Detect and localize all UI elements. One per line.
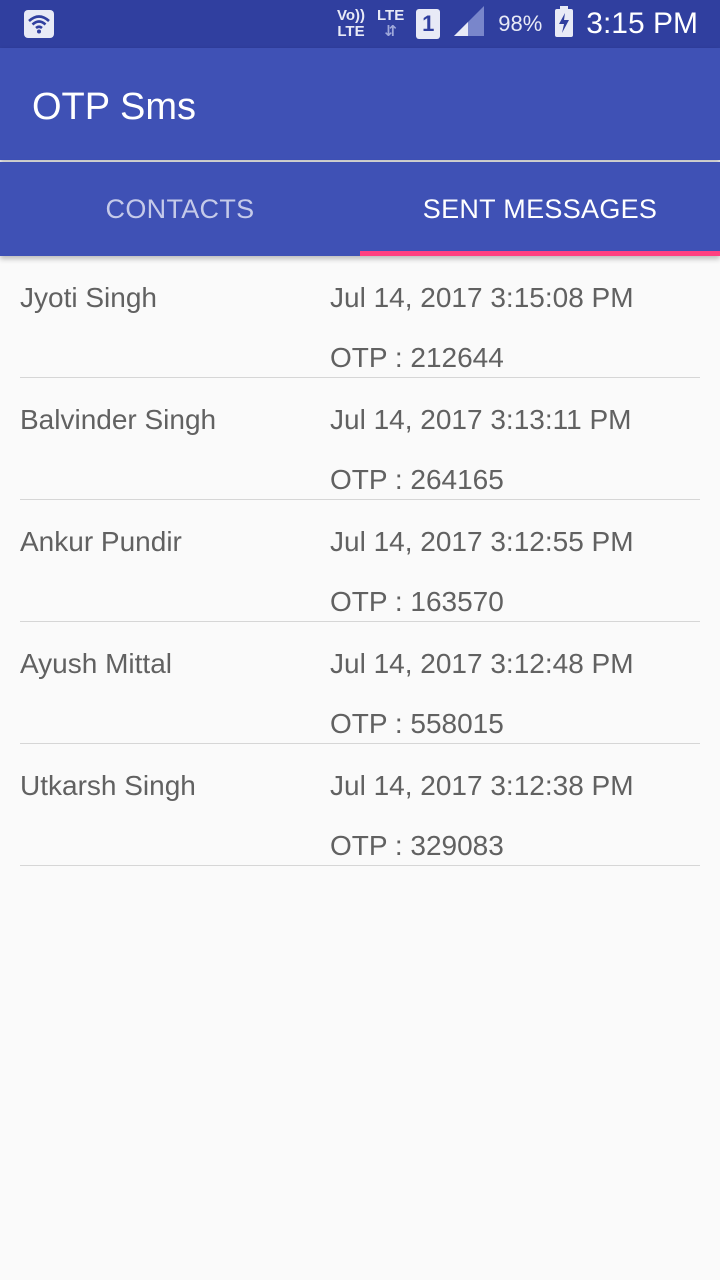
- otp-value: OTP : 329083: [330, 830, 504, 861]
- app-title: OTP Sms: [32, 86, 196, 128]
- contact-name: Ayush Mittal: [20, 648, 172, 679]
- lte-indicator: LTE ⇵: [377, 8, 404, 40]
- tab-contacts[interactable]: CONTACTS: [0, 162, 360, 256]
- tab-sent-messages[interactable]: SENT MESSAGES: [360, 162, 720, 256]
- volte-label: Vo)): [336, 7, 365, 24]
- otp-value: OTP : 212644: [330, 342, 504, 373]
- list-item[interactable]: Jyoti Singh Jul 14, 2017 3:15:08 PM OTP …: [20, 256, 700, 378]
- status-clock: 3:15 PM: [586, 7, 698, 40]
- contact-name: Ankur Pundir: [20, 526, 182, 557]
- list-item[interactable]: Ankur Pundir Jul 14, 2017 3:12:55 PM OTP…: [20, 500, 700, 622]
- status-bar: Vo)) LTE LTE ⇵ 1 98% 3:15 PM: [0, 0, 720, 48]
- app-bar: OTP Sms: [0, 48, 720, 160]
- sent-timestamp: Jul 14, 2017 3:12:38 PM: [330, 770, 634, 801]
- volte-sub-label: LTE: [337, 23, 365, 40]
- battery-percent: 98%: [498, 11, 543, 36]
- data-arrows-icon: ⇵: [384, 23, 397, 40]
- otp-value: OTP : 163570: [330, 586, 504, 617]
- contact-name: Utkarsh Singh: [20, 770, 196, 801]
- signal-icon: [452, 5, 486, 43]
- sent-timestamp: Jul 14, 2017 3:12:55 PM: [330, 526, 634, 557]
- otp-value: OTP : 558015: [330, 708, 504, 739]
- lte-label: LTE: [377, 7, 405, 24]
- contact-name: Balvinder Singh: [20, 404, 217, 435]
- battery-charging-icon: [554, 5, 574, 43]
- contact-name: Jyoti Singh: [20, 282, 157, 313]
- tab-contacts-label: CONTACTS: [105, 193, 255, 224]
- sent-timestamp: Jul 14, 2017 3:15:08 PM: [330, 282, 634, 313]
- sent-timestamp: Jul 14, 2017 3:13:11 PM: [330, 404, 632, 435]
- otp-value: OTP : 264165: [330, 464, 504, 495]
- list-item[interactable]: Balvinder Singh Jul 14, 2017 3:13:11 PM …: [20, 378, 700, 500]
- tab-sent-messages-label: SENT MESSAGES: [422, 193, 658, 224]
- sent-timestamp: Jul 14, 2017 3:12:48 PM: [330, 648, 634, 679]
- tab-bar: CONTACTS SENT MESSAGES: [0, 162, 720, 256]
- volte-indicator: Vo)) LTE: [337, 8, 365, 40]
- sent-messages-list: Jyoti Singh Jul 14, 2017 3:15:08 PM OTP …: [0, 256, 720, 866]
- list-item[interactable]: Utkarsh Singh Jul 14, 2017 3:12:38 PM OT…: [20, 744, 700, 866]
- wifi-icon: [24, 10, 54, 43]
- sim-slot-badge: 1: [416, 9, 441, 39]
- list-item[interactable]: Ayush Mittal Jul 14, 2017 3:12:48 PM OTP…: [20, 622, 700, 744]
